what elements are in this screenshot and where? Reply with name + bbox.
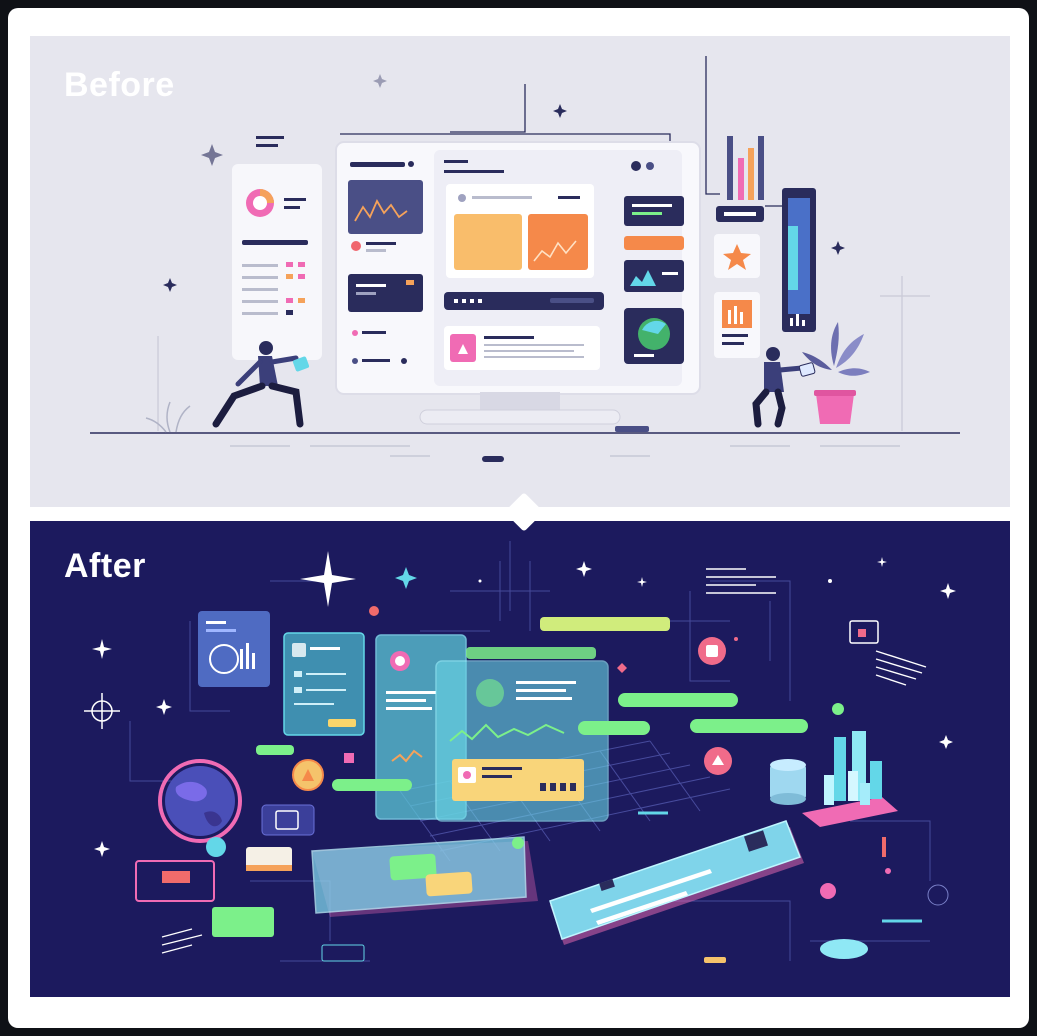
- 3d-bar-chart: [802, 731, 898, 827]
- doc-card: [283, 632, 365, 736]
- chat-card: [849, 620, 927, 686]
- before-label: Before: [64, 66, 175, 104]
- purple-card: [135, 837, 226, 902]
- star-icon: [714, 234, 760, 278]
- person-right: [752, 347, 816, 428]
- pie-chart-icon: [246, 189, 274, 217]
- right-cards: [624, 196, 684, 364]
- coin-icon: [292, 759, 324, 791]
- after-illustration: [84, 541, 956, 963]
- analytics-card: [198, 611, 270, 687]
- bar-chart-widget: [716, 136, 764, 222]
- image-frame: Before After: [0, 0, 1037, 1036]
- tall-gauge: [782, 188, 816, 332]
- before-illustration: [90, 56, 960, 462]
- globe-icon: [158, 759, 242, 843]
- chip-icon: [261, 804, 315, 836]
- after-label: After: [64, 547, 146, 585]
- small-chart-card: [714, 292, 760, 358]
- after-panel: After: [30, 521, 1010, 997]
- database-icon: [770, 759, 806, 805]
- comparison-card: Before After: [8, 8, 1029, 1028]
- glass-screen-front: [435, 660, 609, 822]
- top-green-bar: [540, 617, 670, 631]
- compass-icon: [84, 693, 120, 729]
- green-block: [212, 907, 274, 937]
- left-side-card: [232, 164, 322, 360]
- tablet-device: [549, 820, 804, 945]
- before-panel: Before: [30, 36, 1010, 507]
- glass-plate: [311, 836, 538, 917]
